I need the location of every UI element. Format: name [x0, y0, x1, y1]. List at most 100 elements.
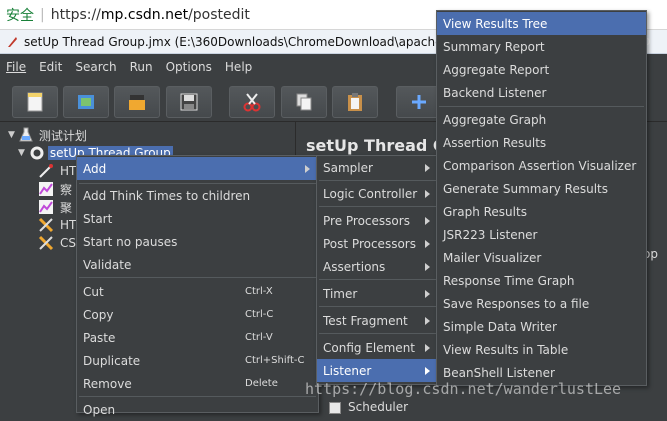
submenu-item-listener[interactable]: Listener [317, 359, 438, 382]
listener-submenu: View Results Tree Summary Report Aggrega… [436, 10, 647, 386]
listener-item-assertion-results[interactable]: Assertion Results [437, 131, 646, 154]
open-button[interactable] [114, 86, 160, 118]
listener-item-graph-results[interactable]: Graph Results [437, 200, 646, 223]
paste-button[interactable] [332, 86, 378, 118]
menu-item-label: Listener [323, 363, 372, 378]
save-icon [180, 93, 198, 111]
gear-icon [30, 146, 44, 160]
menu-item-copy[interactable]: Copy Ctrl-C [77, 303, 318, 326]
listener-item-save-responses[interactable]: Save Responses to a file [437, 292, 646, 315]
context-menu: Add Add Think Times to children Start St… [76, 155, 319, 417]
cut-button[interactable] [229, 86, 275, 118]
listener-item-response-time-graph[interactable]: Response Time Graph [437, 269, 646, 292]
listener-item-view-results-tree[interactable]: View Results Tree [437, 12, 646, 35]
submenu-item-config-element[interactable]: Config Element [317, 336, 438, 359]
listener-item-jsr223-listener[interactable]: JSR223 Listener [437, 223, 646, 246]
submenu-arrow-icon [425, 316, 430, 325]
panel-title: setUp Thread G [306, 136, 447, 155]
url-text[interactable]: https://mp.csdn.net/postedit [51, 7, 250, 23]
menu-divider [439, 106, 644, 107]
tree-collapse-icon[interactable]: ▼ [18, 148, 25, 158]
add-submenu: Sampler Logic Controller Pre Processors … [316, 155, 439, 385]
submenu-item-pre-processors[interactable]: Pre Processors [317, 209, 438, 232]
listener-item-generate-summary-results[interactable]: Generate Summary Results [437, 177, 646, 200]
cut-icon [243, 93, 261, 112]
url-host: mp.csdn.net [100, 6, 189, 23]
menu-item-label: Add [83, 161, 107, 176]
menu-item-add-think-times[interactable]: Add Think Times to children [77, 184, 318, 207]
submenu-item-logic-controller[interactable]: Logic Controller [317, 182, 438, 205]
menu-divider [319, 306, 436, 307]
menu-edit[interactable]: Edit [39, 60, 62, 74]
menu-item-validate[interactable]: Validate [77, 253, 318, 276]
submenu-item-test-fragment[interactable]: Test Fragment [317, 309, 438, 332]
add-icon [412, 95, 426, 109]
listener-item-mailer-visualizer[interactable]: Mailer Visualizer [437, 246, 646, 269]
menu-item-add[interactable]: Add [77, 157, 318, 180]
listener-item-aggregate-graph[interactable]: Aggregate Graph [437, 108, 646, 131]
watermark: https://blog.csdn.net/wanderlustLee [305, 380, 622, 398]
address-separator: | [40, 6, 45, 23]
scheduler-checkbox[interactable] [329, 402, 341, 414]
secure-label: 安全 [6, 7, 34, 24]
tree-item-config-1[interactable]: HT [38, 216, 76, 234]
listener-item-simple-data-writer[interactable]: Simple Data Writer [437, 315, 646, 338]
menu-options[interactable]: Options [166, 60, 212, 74]
jmeter-feather-icon [8, 36, 17, 47]
tree-item-config-2[interactable]: CS [38, 234, 76, 252]
menu-item-label: Response Time Graph [443, 273, 575, 288]
new-button[interactable] [12, 86, 58, 118]
menu-item-label: Copy [83, 307, 114, 322]
submenu-item-timer[interactable]: Timer [317, 282, 438, 305]
menu-item-label: Paste [83, 330, 116, 345]
menu-item-label: JSR223 Listener [443, 227, 538, 242]
menu-item-label: Add Think Times to children [83, 188, 251, 203]
menu-item-label: View Results in Table [443, 342, 569, 357]
menu-item-label: View Results Tree [443, 16, 548, 31]
listener-item-comparison-assertion-visualizer[interactable]: Comparison Assertion Visualizer [437, 154, 646, 177]
menu-item-start[interactable]: Start [77, 207, 318, 230]
listener-item-summary-report[interactable]: Summary Report [437, 35, 646, 58]
config-tool-icon [38, 235, 54, 251]
listener-item-aggregate-report[interactable]: Aggregate Report [437, 58, 646, 81]
menu-item-label: Validate [83, 257, 132, 272]
menu-item-label: Mailer Visualizer [443, 250, 542, 265]
url-path: /postedit [188, 6, 250, 23]
tree-item-label: HT [60, 218, 77, 232]
menu-divider [319, 180, 436, 181]
menu-item-open[interactable]: Open [77, 398, 318, 421]
submenu-item-sampler[interactable]: Sampler [317, 156, 438, 179]
menu-run[interactable]: Run [130, 60, 153, 74]
listener-item-view-results-in-table[interactable]: View Results in Table [437, 338, 646, 361]
menu-item-cut[interactable]: Cut Ctrl-X [77, 280, 318, 303]
submenu-arrow-icon [425, 262, 430, 271]
templates-button[interactable] [63, 86, 109, 118]
menu-item-label: Open [83, 402, 116, 417]
copy-button[interactable] [281, 86, 327, 118]
menu-item-label: Simple Data Writer [443, 319, 557, 334]
tree-item-http-request[interactable]: HT [38, 162, 76, 180]
menu-item-label: Backend Listener [443, 85, 547, 100]
menu-item-paste[interactable]: Paste Ctrl-V [77, 326, 318, 349]
tree-collapse-icon[interactable]: ▼ [8, 130, 15, 140]
menu-item-label: Assertion Results [443, 135, 547, 150]
tree-item-listener-2[interactable]: 聚 [38, 198, 72, 216]
menu-item-start-no-pauses[interactable]: Start no pauses [77, 230, 318, 253]
submenu-item-assertions[interactable]: Assertions [317, 255, 438, 278]
submenu-item-post-processors[interactable]: Post Processors [317, 232, 438, 255]
tree-item-test-plan[interactable]: ▼ 测试计划 [8, 126, 87, 144]
menu-item-label: Assertions [323, 259, 386, 274]
save-button[interactable] [166, 86, 212, 118]
config-tool-icon [38, 217, 54, 233]
menu-item-remove[interactable]: Remove Delete [77, 372, 318, 395]
menu-search[interactable]: Search [75, 60, 116, 74]
menu-item-label: Remove [83, 376, 132, 391]
submenu-arrow-icon [425, 216, 430, 225]
menu-divider [319, 206, 436, 207]
test-plan-icon [19, 127, 33, 142]
menu-help[interactable]: Help [225, 60, 252, 74]
tree-item-listener-1[interactable]: 察 [38, 180, 72, 198]
menu-item-duplicate[interactable]: Duplicate Ctrl+Shift-C [77, 349, 318, 372]
listener-item-backend-listener[interactable]: Backend Listener [437, 81, 646, 104]
menu-file[interactable]: File [6, 60, 26, 74]
